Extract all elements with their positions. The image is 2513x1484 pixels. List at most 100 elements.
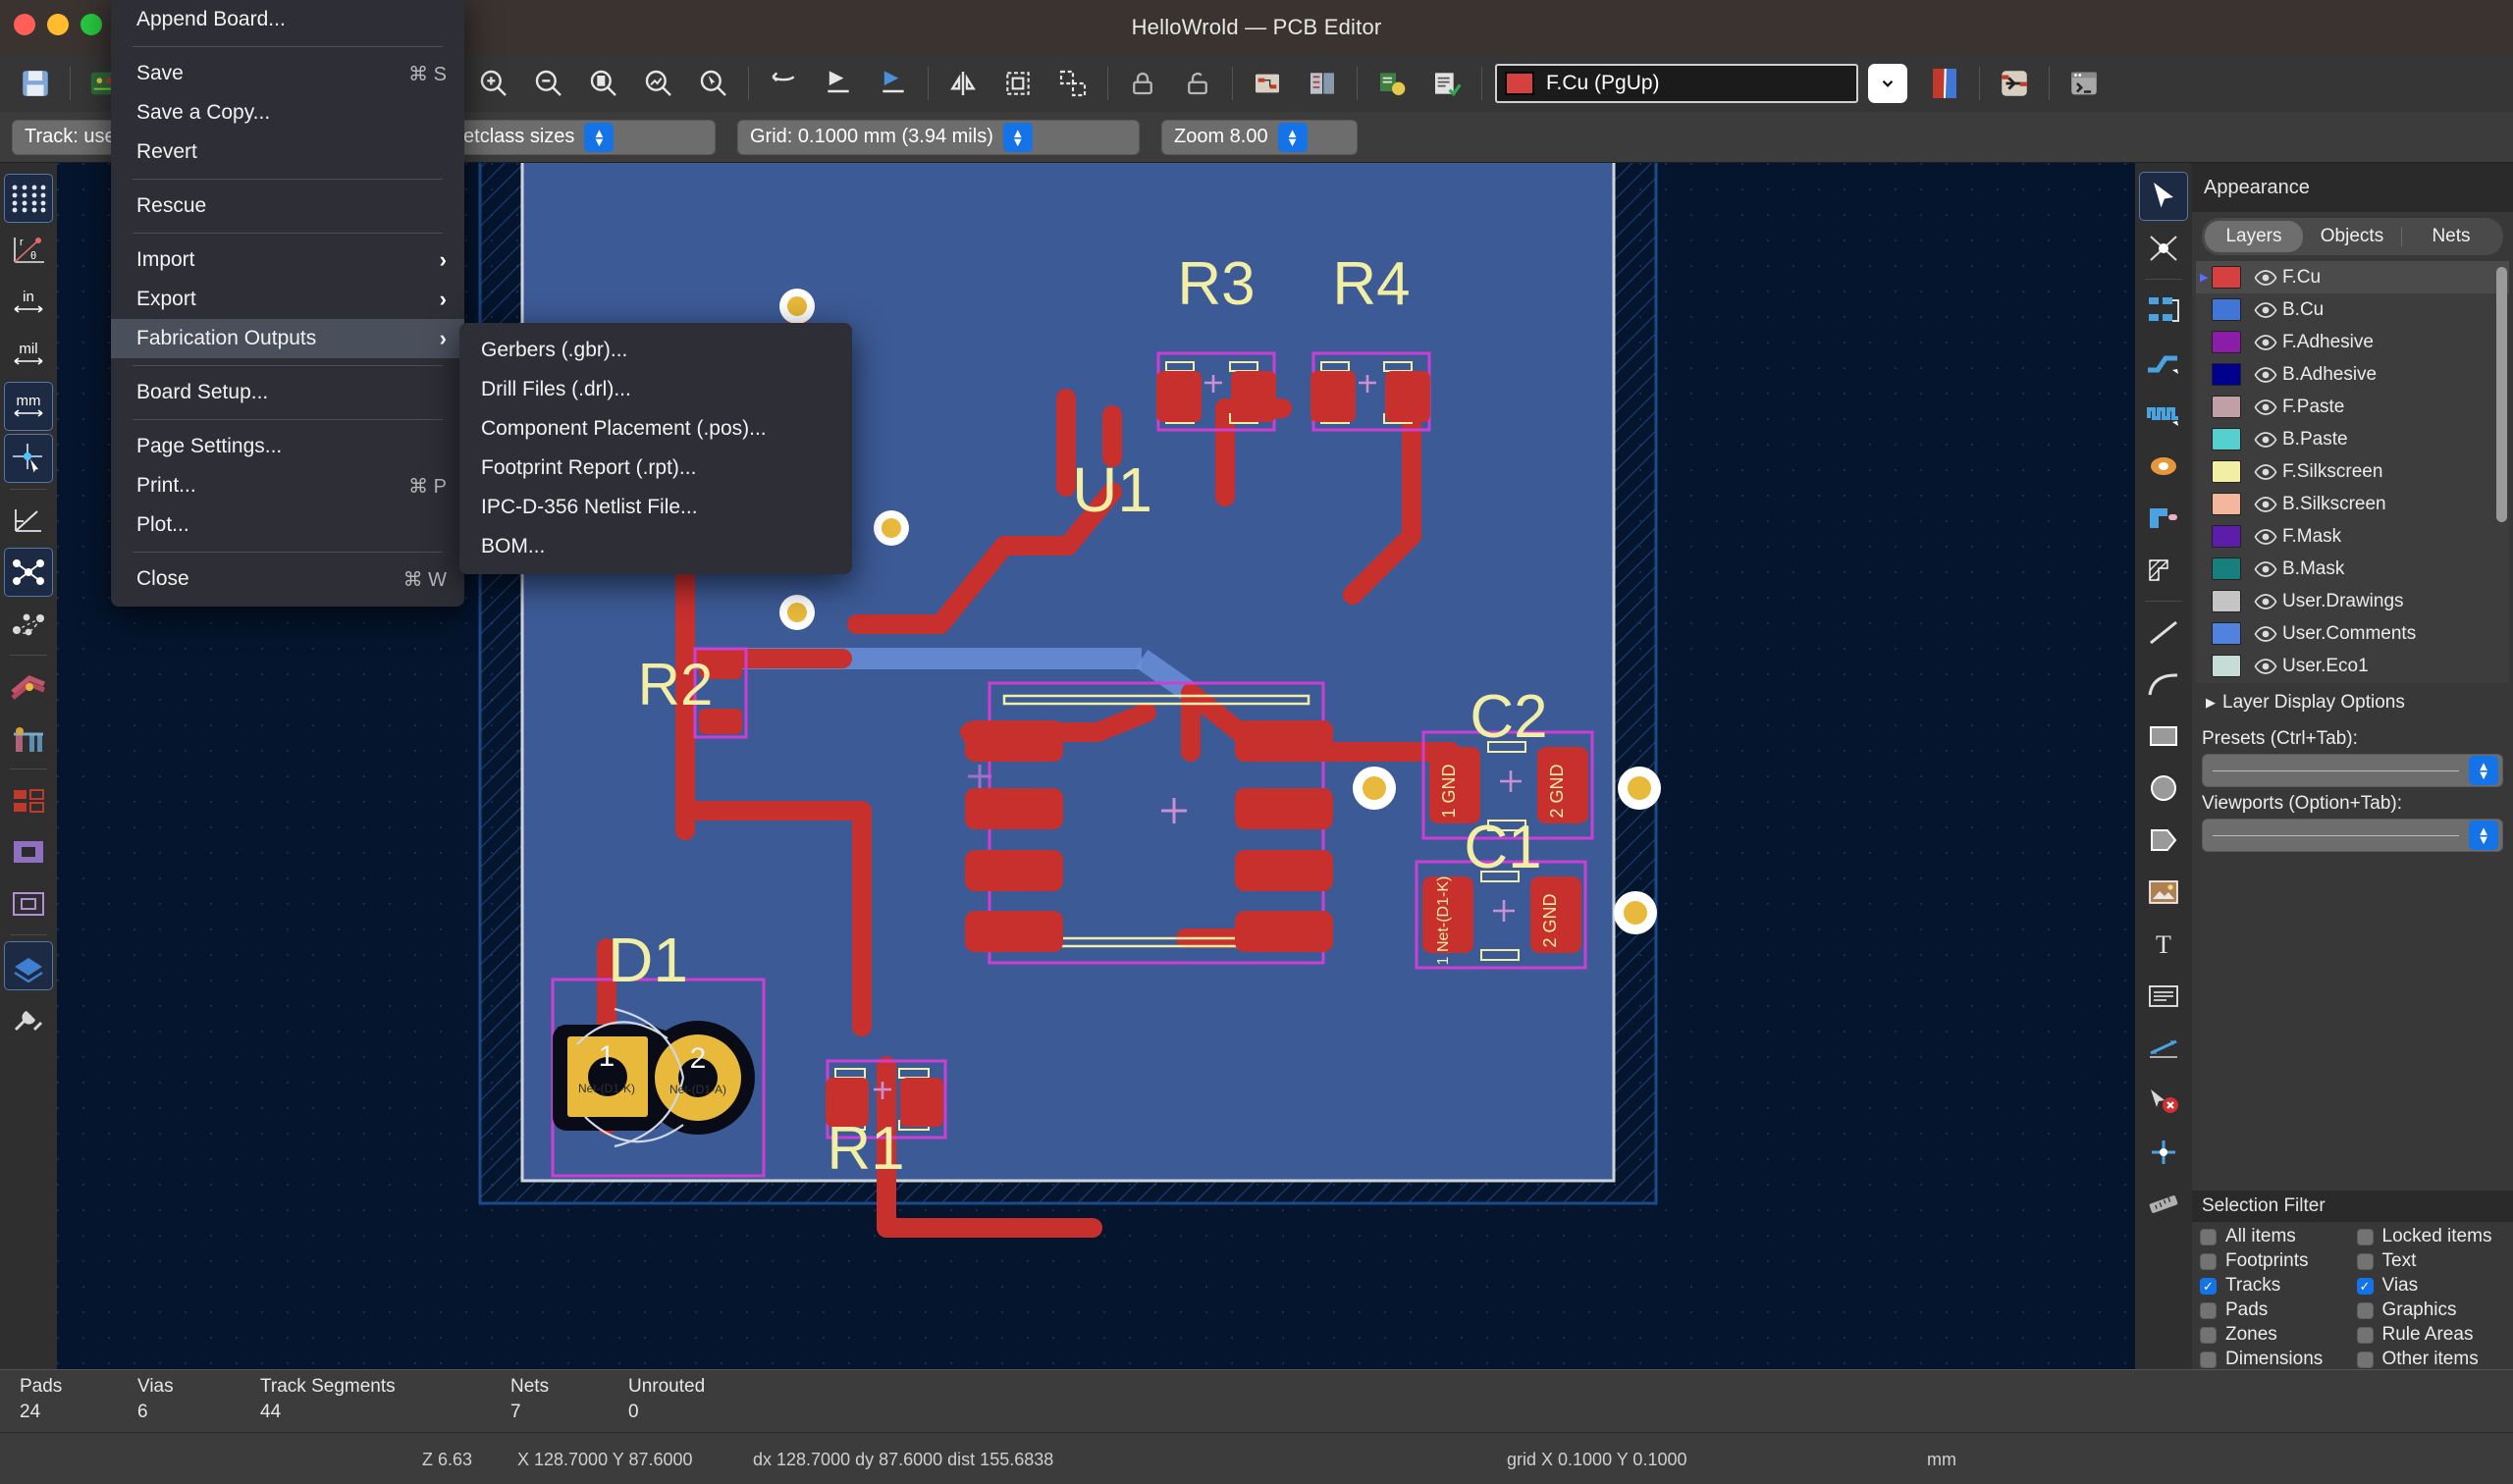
eye-icon[interactable] bbox=[2249, 528, 2282, 545]
filter-row-locked-items[interactable]: Locked items bbox=[2356, 1226, 2513, 1246]
draw-polygon-tool-button[interactable] bbox=[2139, 816, 2188, 865]
filter-row-tracks[interactable]: ✓ Tracks bbox=[2200, 1275, 2357, 1296]
filter-row-graphics[interactable]: Graphics bbox=[2356, 1299, 2513, 1320]
show-filled-vias-button[interactable] bbox=[4, 714, 53, 763]
layer-row-b-cu[interactable]: B.Cu bbox=[2196, 293, 2509, 326]
layer-color-swatch[interactable] bbox=[2212, 525, 2241, 548]
filter-row-zones[interactable]: Zones bbox=[2200, 1324, 2357, 1345]
menu-item-import[interactable]: Import › bbox=[111, 240, 464, 280]
layer-row-b-mask[interactable]: B.Mask bbox=[2196, 553, 2509, 585]
selection-filter-panel[interactable]: Selection Filter All items Locked items Fo… bbox=[2192, 1191, 2513, 1369]
submenu-item-component-placement-pos[interactable]: Component Placement (.pos)... bbox=[459, 409, 852, 449]
filter-row-all-items[interactable]: All items bbox=[2200, 1226, 2357, 1246]
place-text-tool-button[interactable]: T bbox=[2139, 920, 2188, 969]
submenu-item-gerbers-gbr[interactable]: Gerbers (.gbr)... bbox=[459, 331, 852, 370]
tab-layers[interactable]: Layers bbox=[2205, 221, 2303, 252]
menu-item-save-a-copy[interactable]: Save a Copy... bbox=[111, 93, 464, 132]
delete-tool-button[interactable] bbox=[2139, 1076, 2188, 1125]
show-ratsnest-button[interactable] bbox=[4, 548, 53, 597]
route-tracks-tool-button[interactable] bbox=[2139, 338, 2188, 387]
left-toolbar[interactable]: r θ in mil mm bbox=[0, 163, 57, 1369]
layer-color-swatch[interactable] bbox=[2212, 363, 2241, 386]
footprint-editor-toolbar-button[interactable] bbox=[1240, 58, 1295, 109]
tab-nets[interactable]: Nets bbox=[2402, 221, 2500, 252]
zoom-stepper[interactable]: ▲ ▼ bbox=[1277, 122, 1308, 152]
checkbox[interactable] bbox=[2200, 1301, 2217, 1319]
filter-row-dimensions[interactable]: Dimensions bbox=[2200, 1349, 2357, 1369]
mirror-toolbar-button[interactable] bbox=[936, 58, 990, 109]
drc-toolbar-button[interactable] bbox=[1419, 58, 1474, 109]
unlock-toolbar-button[interactable] bbox=[1170, 58, 1225, 109]
eye-icon[interactable] bbox=[2249, 431, 2282, 448]
units-inches-button[interactable]: in bbox=[4, 278, 53, 327]
submenu-item-drill-files-drl[interactable]: Drill Files (.drl)... bbox=[459, 370, 852, 409]
checkbox[interactable] bbox=[2356, 1301, 2374, 1319]
menu-item-page-settings[interactable]: Page Settings... bbox=[111, 427, 464, 466]
checkbox[interactable] bbox=[2200, 1228, 2217, 1246]
submenu-item-bom[interactable]: BOM... bbox=[459, 527, 852, 566]
eye-icon[interactable] bbox=[2249, 496, 2282, 512]
filter-row-pads[interactable]: Pads bbox=[2200, 1299, 2357, 1320]
set-origin-tool-button[interactable] bbox=[2139, 1128, 2188, 1177]
show-filled-tracks-button[interactable] bbox=[4, 662, 53, 711]
place-via-tool-button[interactable] bbox=[2139, 442, 2188, 491]
layer-row-f-paste[interactable]: F.Paste bbox=[2196, 391, 2509, 423]
eye-icon[interactable] bbox=[2249, 658, 2282, 674]
rotate-ccw-toolbar-button[interactable] bbox=[811, 58, 866, 109]
grid-stepper[interactable]: ▲ ▼ bbox=[1002, 122, 1033, 152]
select-tool-button[interactable] bbox=[2139, 172, 2188, 221]
tools-button[interactable] bbox=[4, 993, 53, 1042]
viewports-selector[interactable]: ▲ ▼ bbox=[2202, 819, 2503, 852]
footprint-properties-toolbar-button[interactable] bbox=[1295, 58, 1350, 109]
checkbox[interactable] bbox=[2200, 1351, 2217, 1368]
layer-row-b-adhesive[interactable]: B.Adhesive bbox=[2196, 358, 2509, 391]
zoom-fit-objects-toolbar-button[interactable] bbox=[631, 58, 686, 109]
layer-row-user-eco2[interactable]: User.Eco2 bbox=[2196, 682, 2509, 683]
menu-item-board-setup[interactable]: Board Setup... bbox=[111, 373, 464, 412]
appearance-tabs[interactable]: Layers Objects Nets bbox=[2192, 212, 2513, 261]
layer-row-f-adhesive[interactable]: F.Adhesive bbox=[2196, 326, 2509, 358]
draw-line-tool-button[interactable] bbox=[2139, 608, 2188, 657]
filter-row-footprints[interactable]: Footprints bbox=[2200, 1250, 2357, 1271]
toggle-full-crosshair-button[interactable] bbox=[4, 434, 53, 483]
highlight-net-tool-button[interactable] bbox=[2139, 224, 2188, 273]
layer-row-b-silkscreen[interactable]: B.Silkscreen bbox=[2196, 488, 2509, 520]
scripting-console-toolbar-button[interactable] bbox=[2057, 58, 2112, 109]
rotate-cw-toolbar-button[interactable] bbox=[866, 58, 921, 109]
menu-item-save[interactable]: Save ⌘ S bbox=[111, 54, 464, 93]
tune-length-tool-button[interactable] bbox=[2139, 390, 2188, 439]
units-mils-button[interactable]: mil bbox=[4, 330, 53, 379]
menu-item-export[interactable]: Export › bbox=[111, 280, 464, 319]
zoom-in-toolbar-button[interactable] bbox=[466, 58, 521, 109]
layer-color-swatch[interactable] bbox=[2212, 298, 2241, 321]
eye-icon[interactable] bbox=[2249, 366, 2282, 383]
zoom-selection-toolbar-button[interactable] bbox=[686, 58, 741, 109]
menu-item-close[interactable]: Close ⌘ W bbox=[111, 559, 464, 599]
layer-row-user-eco1[interactable]: User.Eco1 bbox=[2196, 650, 2509, 682]
draw-circle-tool-button[interactable] bbox=[2139, 764, 2188, 813]
menu-item-print[interactable]: Print... ⌘ P bbox=[111, 466, 464, 505]
place-zone-tool-button[interactable] bbox=[2139, 494, 2188, 543]
menu-item-rescue[interactable]: Rescue bbox=[111, 186, 464, 226]
layer-color-swatch[interactable] bbox=[2212, 460, 2241, 483]
net-inspector-toolbar-button[interactable] bbox=[1987, 58, 2042, 109]
show-both-layers-toolbar-button[interactable] bbox=[1917, 58, 1972, 109]
layer-row-f-silkscreen[interactable]: F.Silkscreen bbox=[2196, 455, 2509, 488]
checkbox[interactable]: ✓ bbox=[2200, 1277, 2217, 1295]
menu-item-revert[interactable]: Revert bbox=[111, 132, 464, 172]
eye-icon[interactable] bbox=[2249, 593, 2282, 610]
submenu-item-footprint-report-rpt[interactable]: Footprint Report (.rpt)... bbox=[459, 449, 852, 488]
submenu-item-ipc-d-356-netlist-file[interactable]: IPC-D-356 Netlist File... bbox=[459, 488, 852, 527]
selection-filter-grid[interactable]: All items Locked items Footprints Text ✓ Trac… bbox=[2192, 1222, 2513, 1374]
presets-stepper[interactable]: ▲ ▼ bbox=[2469, 756, 2498, 785]
checkbox[interactable] bbox=[2356, 1228, 2374, 1246]
layer-color-swatch[interactable] bbox=[2212, 493, 2241, 515]
filter-row-other-items[interactable]: Other items bbox=[2356, 1349, 2513, 1369]
tab-objects[interactable]: Objects bbox=[2303, 221, 2401, 252]
show-filled-zones-button[interactable] bbox=[4, 827, 53, 876]
checkbox[interactable] bbox=[2200, 1326, 2217, 1344]
active-layer-selector[interactable]: F.Cu (PgUp) bbox=[1495, 64, 1907, 103]
filter-row-rule-areas[interactable]: Rule Areas bbox=[2356, 1324, 2513, 1345]
layer-color-swatch[interactable] bbox=[2212, 396, 2241, 418]
ungroup-toolbar-button[interactable] bbox=[1045, 58, 1100, 109]
